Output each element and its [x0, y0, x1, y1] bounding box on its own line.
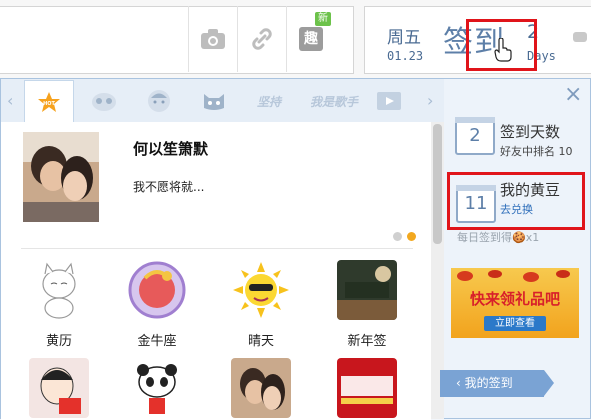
checkin-sidebar: × 2 签到天数 好友中排名 10 11 我的黄豆 去兑换 — [444, 79, 590, 418]
weekday-label: 周五 — [387, 28, 421, 48]
hot-label: HOT — [43, 101, 55, 107]
scroll-thumb[interactable] — [433, 124, 442, 244]
grid-item-taurus[interactable]: 金牛座 — [117, 260, 197, 349]
my-checkin-button[interactable]: ‹ 我的签到 — [440, 370, 554, 397]
view-now-button[interactable]: 立即查看 — [484, 316, 546, 331]
carousel-dot-active[interactable] — [407, 232, 416, 241]
grid-item-sunny[interactable]: 晴天 — [221, 260, 301, 349]
grid-item-couple[interactable] — [221, 358, 301, 420]
gift-ad-banner[interactable]: 快来领礼品吧 立即查看 — [451, 268, 579, 338]
tab-face[interactable] — [134, 81, 184, 121]
date-label: 01.23 — [387, 49, 424, 63]
couple-image — [231, 358, 291, 418]
camera-icon — [201, 29, 225, 49]
tab-next-arrow-icon[interactable]: › — [427, 91, 433, 110]
tab-panda[interactable] — [79, 81, 129, 121]
tab-prev-arrow-icon[interactable]: ‹ — [7, 91, 13, 110]
my-checkin-label: 我的签到 — [464, 376, 513, 390]
national-team-image — [337, 358, 397, 418]
grid-item-label: 黄历 — [45, 334, 72, 349]
taurus-image — [127, 260, 187, 320]
cat-icon — [204, 94, 224, 110]
tab-video[interactable] — [364, 81, 414, 121]
divider — [21, 248, 413, 249]
persist-tab-label: 坚持 — [256, 94, 281, 109]
highlight-box-beans — [447, 172, 585, 230]
tab-cat[interactable] — [189, 81, 239, 121]
hand-cursor-icon — [494, 38, 512, 62]
link-button[interactable] — [237, 6, 286, 72]
feature-title[interactable]: 何以笙箫默 — [133, 138, 208, 159]
toggle-icon[interactable] — [573, 32, 587, 42]
streak-number: 2 — [469, 125, 481, 146]
link-icon — [252, 28, 272, 50]
hot-star-icon: HOT — [38, 92, 60, 112]
feature-description: 我不愿将就... — [133, 180, 205, 194]
grid-item-new-year-sign[interactable]: 新年签 — [327, 260, 407, 349]
red-envelope-image — [29, 358, 89, 418]
carousel-dot[interactable] — [393, 232, 402, 241]
singer-tab-label: 我是歌手 — [309, 94, 358, 109]
camera-button[interactable] — [188, 6, 237, 72]
ad-text: 快来领礼品吧 — [469, 290, 560, 308]
streak-rank: 好友中排名 10 — [500, 145, 573, 158]
tab-singer[interactable]: 我是歌手 — [309, 81, 359, 121]
interest-icon: 趣 — [299, 27, 323, 51]
new-year-sign-image — [337, 260, 397, 320]
new-badge: 新 — [315, 12, 331, 26]
grid-item-label: 晴天 — [247, 334, 274, 349]
daily-reward-note: 每日签到得🍪x1 — [457, 231, 540, 244]
feature-image[interactable] — [23, 132, 99, 222]
close-icon[interactable]: × — [564, 84, 582, 106]
checkin-popup: ‹ HOT 坚持 我是歌手 › 何以笙箫默 我不愿将就... 黄历 金牛座 晴天… — [0, 78, 591, 420]
white-cat-image — [29, 260, 89, 320]
grid-item-almanac[interactable]: 黄历 — [19, 260, 99, 349]
streak-title: 签到天数 — [500, 123, 561, 141]
grid-item-label: 新年签 — [347, 334, 387, 349]
grid-item-label: 金牛座 — [137, 334, 177, 349]
sticker-tabbar: ‹ HOT 坚持 我是歌手 › — [1, 79, 444, 123]
sticker-content: 何以笙箫默 我不愿将就... 黄历 金牛座 晴天 新年签 — [1, 122, 431, 420]
sun-image — [231, 260, 291, 320]
tab-persist[interactable]: 坚持 — [244, 81, 294, 121]
panda-icon — [92, 93, 116, 111]
interest-button[interactable]: 趣 新 — [286, 6, 335, 72]
grid-item-panda[interactable] — [117, 358, 197, 420]
calendar-icon: 2 — [455, 117, 495, 155]
film-icon — [377, 92, 401, 110]
grid-item-national-team[interactable] — [327, 358, 407, 420]
panda-sticker-image — [127, 358, 187, 418]
face-icon — [148, 90, 170, 112]
carousel-dots — [388, 226, 416, 245]
grid-item-red-envelope[interactable] — [19, 358, 99, 420]
tab-hot[interactable]: HOT — [24, 80, 74, 123]
coins-decoration-icon — [457, 270, 570, 282]
chevron-left-icon: ‹ — [456, 376, 465, 390]
